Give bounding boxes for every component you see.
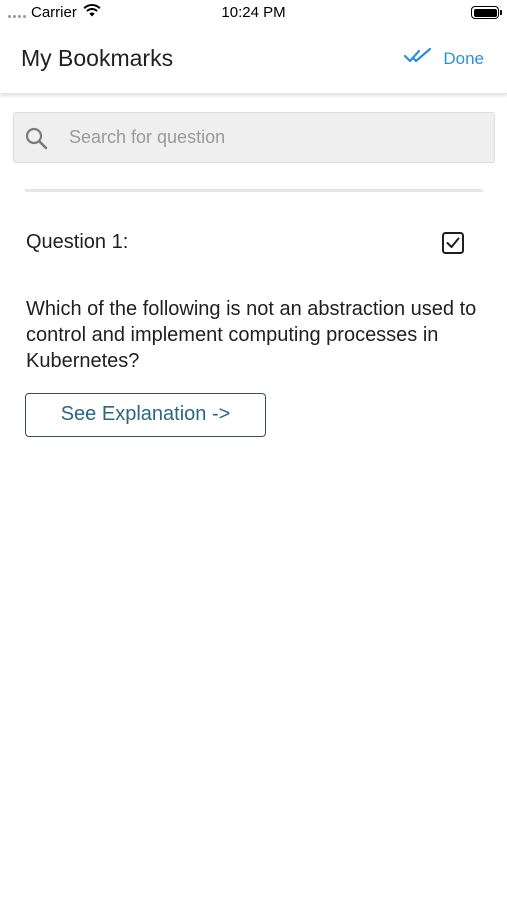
status-bar: Carrier 10:24 PM	[0, 0, 507, 28]
double-check-icon	[404, 47, 433, 69]
done-label: Done	[443, 48, 484, 68]
checked-box-icon	[442, 232, 464, 254]
battery-icon	[471, 6, 502, 19]
done-button[interactable]: Done	[404, 47, 484, 69]
question-text: Which of the following is not an abstrac…	[26, 298, 477, 372]
question-label: Question 1:	[26, 231, 129, 253]
divider	[25, 189, 483, 192]
search-icon	[24, 126, 50, 157]
navigation-header: My Bookmarks Done	[0, 28, 507, 94]
search-input[interactable]	[69, 113, 479, 162]
status-time: 10:24 PM	[221, 4, 286, 21]
page-title: My Bookmarks	[21, 45, 174, 71]
bookmark-checkbox[interactable]	[441, 231, 465, 260]
search-bar[interactable]	[13, 112, 495, 163]
see-explanation-button[interactable]: See Explanation ->	[25, 393, 266, 437]
